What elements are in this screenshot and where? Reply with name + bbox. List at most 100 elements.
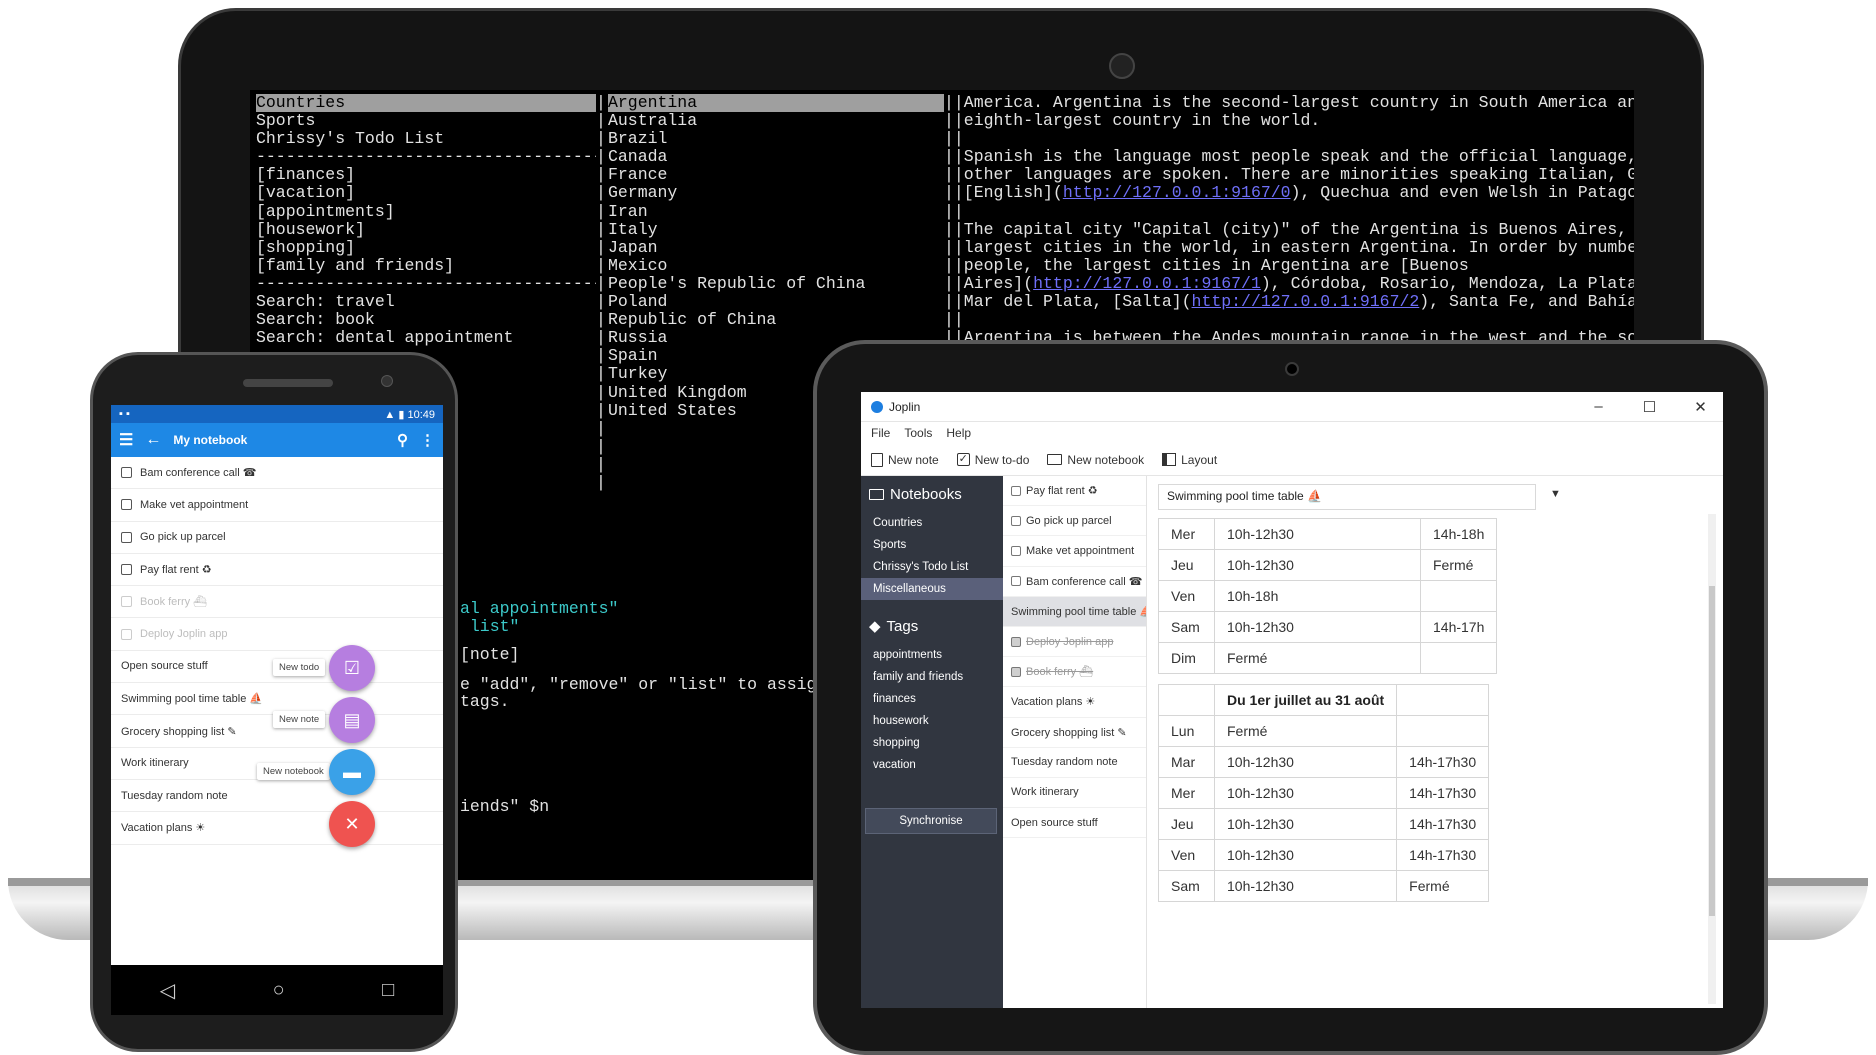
new-todo-toolbar-button[interactable]: ✓ New to-do bbox=[956, 453, 1029, 467]
new-notebook-toolbar-button[interactable]: New notebook bbox=[1047, 453, 1144, 467]
todo-checkbox[interactable] bbox=[1011, 545, 1021, 556]
list-item[interactable]: Book ferry ⛴ bbox=[111, 586, 443, 619]
terminal-link[interactable]: http://127.0.0.1:9167/0 bbox=[1063, 184, 1291, 202]
new-note-toolbar-button[interactable]: New note bbox=[871, 452, 939, 467]
new-notebook-icon bbox=[1047, 454, 1063, 465]
note-list-item[interactable]: Work itinerary bbox=[1003, 778, 1146, 809]
note-list-item[interactable]: Swimming pool time table ⛵ bbox=[1003, 596, 1146, 627]
terminal-note-item[interactable]: France bbox=[608, 166, 944, 184]
terminal-note-item[interactable]: Japan bbox=[608, 239, 944, 257]
terminal-note-item[interactable]: Iran bbox=[608, 203, 944, 221]
list-item[interactable]: Tuesday random note bbox=[111, 780, 443, 813]
list-item[interactable]: Make vet appointment bbox=[111, 489, 443, 522]
chevron-down-icon[interactable]: ▼ bbox=[1550, 488, 1561, 500]
sidebar-tag-item[interactable]: shopping bbox=[861, 732, 1003, 754]
list-item[interactable]: Vacation plans ☀ bbox=[111, 812, 443, 845]
checkbox-icon[interactable] bbox=[121, 596, 132, 608]
sidebar-notebook-item[interactable]: Miscellaneous bbox=[861, 578, 1003, 600]
terminal-notebook-item[interactable]: Sports bbox=[256, 112, 596, 130]
note-list-item[interactable]: Tuesday random note bbox=[1003, 748, 1146, 778]
sidebar-tag-item[interactable]: vacation bbox=[861, 754, 1003, 776]
terminal-notebook-item[interactable]: [shopping] bbox=[256, 239, 596, 257]
new-note-button[interactable]: ▤ bbox=[329, 697, 375, 743]
note-list-item[interactable]: Go pick up parcel bbox=[1003, 506, 1146, 537]
menu-tools[interactable]: Tools bbox=[904, 426, 932, 440]
terminal-notebook-item[interactable]: [finances] bbox=[256, 166, 596, 184]
editor-scroll-thumb[interactable] bbox=[1709, 586, 1715, 916]
layout-toolbar-button[interactable]: Layout bbox=[1162, 453, 1217, 467]
terminal-notebook-item[interactable]: ----------------------------------- bbox=[256, 148, 596, 166]
nav-home-icon[interactable]: ○ bbox=[273, 979, 285, 1002]
terminal-note-item[interactable]: Italy bbox=[608, 221, 944, 239]
note-list-item[interactable]: Grocery shopping list ✎ bbox=[1003, 718, 1146, 748]
sidebar-notebook-item[interactable]: Chrissy's Todo List bbox=[861, 556, 1003, 578]
terminal-notebook-item[interactable]: [family and friends] bbox=[256, 257, 596, 275]
more-options-icon[interactable]: ⋮ bbox=[420, 431, 435, 449]
close-window-button[interactable]: ✕ bbox=[1678, 398, 1723, 416]
terminal-note-item[interactable]: Australia bbox=[608, 112, 944, 130]
todo-checkbox[interactable] bbox=[1011, 636, 1021, 647]
terminal-notebook-item[interactable]: --------------------------------------- bbox=[256, 275, 596, 293]
note-list-item[interactable]: Make vet appointment bbox=[1003, 536, 1146, 567]
terminal-notebook-item[interactable]: Search: book bbox=[256, 311, 596, 329]
close-fab-button[interactable]: ✕ bbox=[329, 801, 375, 847]
synchronise-button[interactable]: Synchronise bbox=[865, 808, 997, 834]
note-list-item[interactable]: Book ferry ⛴ bbox=[1003, 657, 1146, 688]
menu-file[interactable]: File bbox=[871, 426, 890, 440]
checkbox-icon[interactable] bbox=[121, 531, 132, 543]
terminal-note-item[interactable]: Republic of China bbox=[608, 311, 944, 329]
terminal-note-item[interactable]: Poland bbox=[608, 293, 944, 311]
menu-help[interactable]: Help bbox=[946, 426, 971, 440]
checkbox-icon[interactable] bbox=[121, 467, 132, 479]
list-item[interactable]: Pay flat rent ♻ bbox=[111, 554, 443, 587]
checkbox-icon[interactable] bbox=[121, 628, 132, 640]
note-title-input[interactable]: Swimming pool time table ⛵ bbox=[1158, 484, 1536, 510]
terminal-notebook-item[interactable]: Search: dental appointment bbox=[256, 329, 596, 347]
terminal-notebook-item[interactable]: [vacation] bbox=[256, 184, 596, 202]
sidebar-tag-item[interactable]: housework bbox=[861, 710, 1003, 732]
maximize-button[interactable]: ☐ bbox=[1627, 398, 1672, 416]
menu-icon[interactable]: ☰ bbox=[119, 430, 133, 450]
terminal-link[interactable]: http://127.0.0.1:9167/2 bbox=[1192, 293, 1420, 311]
list-item[interactable]: Bam conference call ☎ bbox=[111, 457, 443, 490]
sidebar-tag-item[interactable]: finances bbox=[861, 688, 1003, 710]
terminal-notebook-item[interactable]: [appointments] bbox=[256, 203, 596, 221]
terminal-notebook-item[interactable]: Countries bbox=[256, 94, 596, 113]
terminal-note-item[interactable]: People's Republic of China bbox=[608, 275, 944, 293]
note-list-item[interactable]: Vacation plans ☀ bbox=[1003, 687, 1146, 718]
sidebar-tag-item[interactable]: appointments bbox=[861, 644, 1003, 666]
sidebar-notebook-item[interactable]: Sports bbox=[861, 534, 1003, 556]
note-list-item[interactable]: Open source stuff bbox=[1003, 808, 1146, 839]
terminal-prompt[interactable]: iends" $n bbox=[460, 797, 549, 816]
search-icon[interactable]: ⚲ bbox=[397, 431, 408, 449]
terminal-note-item[interactable]: Mexico bbox=[608, 257, 944, 275]
back-arrow-icon[interactable]: ← bbox=[145, 431, 161, 449]
todo-checkbox[interactable] bbox=[1011, 666, 1021, 677]
minimize-button[interactable]: – bbox=[1576, 398, 1621, 415]
terminal-link[interactable]: http://127.0.0.1:9167/1 bbox=[1033, 275, 1261, 293]
sidebar-tag-item[interactable]: family and friends bbox=[861, 666, 1003, 688]
terminal-note-item[interactable]: Brazil bbox=[608, 130, 944, 148]
terminal-note-item[interactable]: Canada bbox=[608, 148, 944, 166]
list-item[interactable]: Go pick up parcel bbox=[111, 522, 443, 554]
checkbox-icon[interactable] bbox=[121, 564, 132, 576]
todo-checkbox[interactable] bbox=[1011, 576, 1021, 587]
note-list-item[interactable]: Deploy Joplin app bbox=[1003, 627, 1146, 658]
sidebar-notebook-item[interactable]: Countries bbox=[861, 512, 1003, 534]
nav-recent-icon[interactable]: □ bbox=[382, 979, 394, 1002]
terminal-notebook-item[interactable]: [housework] bbox=[256, 221, 596, 239]
note-list-item[interactable]: Bam conference call ☎ bbox=[1003, 567, 1146, 597]
note-list-item[interactable]: Pay flat rent ♻ bbox=[1003, 476, 1146, 507]
terminal-notebook-item[interactable]: Search: travel bbox=[256, 293, 596, 311]
terminal-note-item[interactable]: Germany bbox=[608, 184, 944, 202]
terminal-notebook-item[interactable]: Chrissy's Todo List bbox=[256, 130, 596, 148]
todo-checkbox[interactable] bbox=[1011, 515, 1021, 526]
list-item[interactable]: Deploy Joplin app bbox=[111, 618, 443, 651]
new-todo-button[interactable]: ☑ bbox=[329, 645, 375, 691]
terminal-note-item[interactable]: Argentina bbox=[608, 94, 944, 113]
terminal-body-text: || bbox=[944, 311, 964, 330]
new-notebook-button[interactable]: ▬ bbox=[329, 749, 375, 795]
nav-back-icon[interactable]: ◁ bbox=[160, 978, 175, 1003]
todo-checkbox[interactable] bbox=[1011, 485, 1021, 496]
checkbox-icon[interactable] bbox=[121, 499, 132, 511]
